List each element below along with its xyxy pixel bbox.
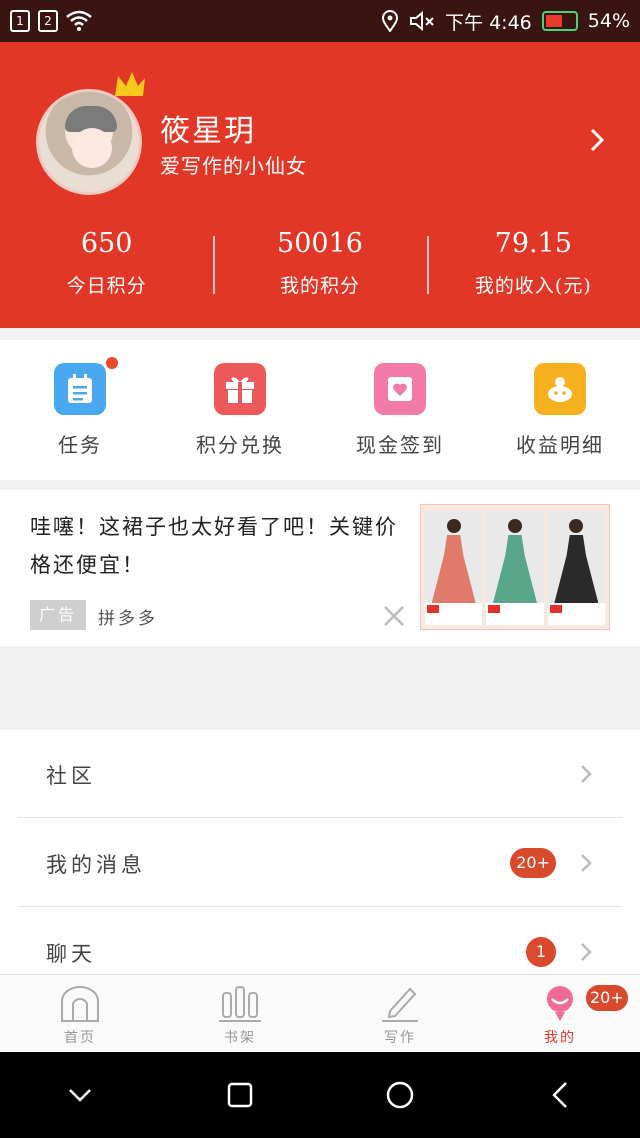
action-task[interactable]: 任务 bbox=[0, 340, 160, 480]
action-cash-checkin[interactable]: 现金签到 bbox=[320, 340, 480, 480]
dress-gown bbox=[492, 535, 537, 603]
ad-banner[interactable]: 哇噻！这裙子也太好看了吧！关键价格还便宜！ 广告 拼多多 bbox=[0, 490, 640, 646]
tab-write[interactable]: 写作 bbox=[320, 975, 480, 1052]
chevron-right-icon bbox=[581, 765, 592, 783]
action-label: 任务 bbox=[58, 433, 102, 457]
chevron-down-icon bbox=[69, 1089, 91, 1102]
system-nav-bar bbox=[0, 1052, 640, 1138]
chevron-right-icon bbox=[581, 854, 592, 872]
ad-tag: 广告 bbox=[30, 600, 86, 630]
profile-icon bbox=[547, 986, 573, 1021]
stats-row: 650 今日积分 50016 我的积分 79.15 我的收入(元) bbox=[0, 228, 640, 298]
sim-1-label: 1 bbox=[16, 14, 24, 28]
action-label: 积分兑换 bbox=[196, 433, 284, 457]
location-icon bbox=[382, 10, 399, 32]
dress-rating-bar bbox=[547, 603, 605, 625]
tab-label: 写作 bbox=[384, 1030, 416, 1046]
status-left: 1 2 bbox=[10, 10, 92, 32]
checkin-icon bbox=[374, 363, 426, 415]
menu-label: 社区 bbox=[46, 764, 96, 788]
ad-text: 哇噻！这裙子也太好看了吧！关键价格还便宜！ bbox=[30, 515, 398, 577]
stat-value: 79.15 bbox=[494, 228, 572, 259]
pen-icon bbox=[382, 987, 418, 1022]
status-time: 下午 4:46 bbox=[445, 11, 532, 34]
dress-thumbnail bbox=[547, 511, 605, 625]
tab-home[interactable]: 首页 bbox=[0, 975, 160, 1052]
square-icon bbox=[227, 1082, 253, 1108]
dress-rating-bar bbox=[486, 603, 544, 625]
tab-label: 我的 bbox=[544, 1030, 576, 1046]
status-right: 下午 4:46 54% bbox=[381, 8, 630, 35]
stat-today-points[interactable]: 650 今日积分 bbox=[0, 228, 213, 298]
tab-mine[interactable]: 20+ 我的 bbox=[480, 975, 640, 1052]
action-points-exchange[interactable]: 积分兑换 bbox=[160, 340, 320, 480]
bottom-tab-bar: 首页 书架 写作 20+ 我的 bbox=[0, 974, 640, 1052]
nav-home-button[interactable] bbox=[380, 1075, 420, 1115]
action-label: 现金签到 bbox=[356, 433, 444, 457]
crown-icon bbox=[115, 72, 145, 96]
tab-label: 书架 bbox=[224, 1030, 256, 1046]
dress-gown bbox=[554, 535, 599, 603]
stat-value: 50016 bbox=[277, 228, 363, 259]
battery-percent: 54% bbox=[587, 10, 630, 32]
dress-thumbnail bbox=[425, 511, 483, 625]
stat-my-points[interactable]: 50016 我的积分 bbox=[213, 228, 426, 298]
stat-my-income[interactable]: 79.15 我的收入(元) bbox=[426, 228, 640, 298]
menu-label: 我的消息 bbox=[46, 853, 146, 877]
stat-value: 650 bbox=[80, 228, 133, 259]
action-label: 收益明细 bbox=[516, 433, 604, 457]
wifi-icon bbox=[66, 10, 92, 31]
stat-label: 我的收入(元) bbox=[474, 275, 592, 297]
chevron-right-icon bbox=[581, 943, 592, 961]
sim-2-icon: 2 bbox=[38, 10, 58, 32]
avatar[interactable] bbox=[36, 89, 142, 195]
message-count-badge: 20+ bbox=[510, 848, 556, 878]
chat-count-badge: 1 bbox=[526, 937, 556, 967]
tab-badge: 20+ bbox=[584, 983, 630, 1013]
status-bar: 1 2 下午 4:46 54% bbox=[0, 0, 640, 42]
user-bio: 爱写作的小仙女 bbox=[160, 154, 307, 178]
ad-image[interactable] bbox=[420, 504, 610, 630]
piggy-icon bbox=[534, 363, 586, 415]
gift-icon bbox=[214, 363, 266, 415]
profile-header[interactable]: 筱星玥 爱写作的小仙女 650 今日积分 50016 我的积分 79.15 我的… bbox=[0, 42, 640, 328]
dress-rating-bar bbox=[425, 603, 483, 625]
mute-icon bbox=[410, 10, 434, 32]
tab-label: 首页 bbox=[64, 1030, 96, 1046]
circle-icon bbox=[386, 1081, 414, 1109]
dress-gown bbox=[431, 535, 476, 603]
avatar-face bbox=[72, 128, 112, 168]
home-icon bbox=[61, 986, 99, 1022]
menu-item-community[interactable]: 社区 bbox=[18, 730, 622, 818]
stat-label: 今日积分 bbox=[66, 275, 147, 297]
sim-2-label: 2 bbox=[44, 14, 52, 28]
stat-label: 我的积分 bbox=[279, 275, 360, 297]
sim-1-icon: 1 bbox=[10, 10, 30, 32]
task-icon bbox=[54, 363, 106, 415]
ad-source: 拼多多 bbox=[98, 609, 158, 629]
menu-label: 聊天 bbox=[46, 942, 96, 966]
nav-recents-button[interactable] bbox=[220, 1075, 260, 1115]
menu-item-messages[interactable]: 我的消息 20+ bbox=[18, 819, 622, 907]
user-name: 筱星玥 bbox=[160, 114, 256, 149]
bookshelf-icon bbox=[219, 986, 261, 1022]
notification-dot bbox=[104, 355, 120, 371]
action-income-detail[interactable]: 收益明细 bbox=[480, 340, 640, 480]
battery-icon bbox=[541, 11, 578, 31]
menu-list: 社区 我的消息 20+ 聊天 1 bbox=[0, 730, 640, 990]
back-icon bbox=[552, 1082, 567, 1108]
nav-collapse-button[interactable] bbox=[60, 1075, 100, 1115]
chevron-right-icon[interactable] bbox=[590, 128, 604, 152]
nav-back-button[interactable] bbox=[540, 1075, 580, 1115]
close-icon[interactable] bbox=[382, 604, 406, 628]
tab-bookshelf[interactable]: 书架 bbox=[160, 975, 320, 1052]
quick-actions: 任务 积分兑换 现金签到 收益明细 bbox=[0, 340, 640, 480]
dress-thumbnail bbox=[486, 511, 544, 625]
